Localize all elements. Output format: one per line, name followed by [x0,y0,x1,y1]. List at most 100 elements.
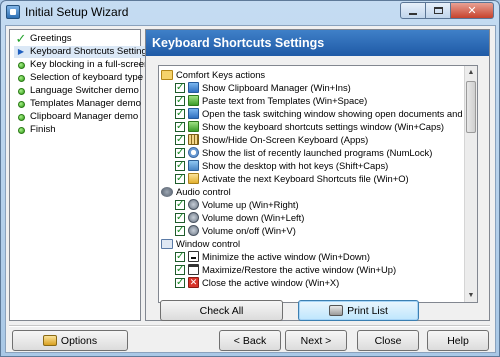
tree-item[interactable]: Volume up (Win+Right) [175,198,299,211]
nav-item-keyboard-type[interactable]: Selection of keyboard type [14,72,143,84]
tree-item[interactable]: Activate the next Keyboard Shortcuts fil… [175,172,409,185]
tree-group-window-control[interactable]: Window control [161,237,240,250]
tree-item-label: Show the desktop with hot keys (Shift+Ca… [202,160,389,171]
help-label: Help [447,334,469,347]
checkbox[interactable] [175,224,185,237]
tree-item-label: Volume up (Win+Right) [202,199,299,210]
green-dot-icon [16,99,26,109]
minimize-window-icon [188,251,199,263]
scroll-up-icon[interactable]: ▲ [465,66,477,79]
nav-item-finish[interactable]: Finish [14,124,56,136]
scroll-down-icon[interactable]: ▼ [465,289,477,302]
checkbox[interactable] [175,172,185,185]
arrow-right-icon: ▶ [17,47,25,56]
tree-item[interactable]: Volume on/off (Win+V) [175,224,296,237]
checkbox[interactable] [175,159,185,172]
green-dot-icon [16,60,26,70]
help-button[interactable]: Help [427,330,489,351]
folder-icon [188,173,199,185]
nav-item-label: Finish [30,124,56,135]
green-dot-icon [16,125,26,135]
checkbox[interactable] [175,120,185,133]
minimize-button[interactable] [400,2,426,19]
tree-item-label: Paste text from Templates (Win+Space) [202,95,368,106]
close-window-button[interactable]: ✕ [451,2,494,19]
green-dot-icon [16,86,26,96]
tree-group-comfort-keys[interactable]: Comfort Keys actions [161,68,265,81]
nav-item-label: Key blocking in a full-screen [30,59,150,70]
tree-item[interactable]: Show the desktop with hot keys (Shift+Ca… [175,159,388,172]
tree-item-label: Minimize the active window (Win+Down) [202,251,371,262]
desktop-icon [188,160,199,172]
nav-item-clipboard-manager[interactable]: Clipboard Manager demo [14,111,138,123]
app-icon [6,5,20,19]
check-all-label: Check All [199,304,244,317]
nav-item-key-blocking[interactable]: Key blocking in a full-screen [14,59,149,71]
client-area: ✓ Greetings ▶ Keyboard Shortcuts Setting… [5,25,496,353]
tree-item[interactable]: Open the task switching window showing o… [175,107,478,120]
settings-panel: Keyboard Shortcuts Settings Comfort Keys… [145,29,490,321]
checkbox[interactable] [175,81,185,94]
keyboard-icon [188,134,199,146]
checkbox[interactable] [175,211,185,224]
tree-item[interactable]: ✕Close the active window (Win+X) [175,276,339,289]
tree-item-label: Show/Hide On-Screen Keyboard (Apps) [202,134,369,145]
speaker-icon [188,212,199,224]
tree-item-label: Maximize/Restore the active window (Win+… [202,264,397,275]
tree-item[interactable]: Show the list of recently launched progr… [175,146,432,159]
nav-item-keyboard-shortcuts[interactable]: ▶ Keyboard Shortcuts Settings [14,46,152,58]
minimize-icon [409,12,417,15]
tree-item-label: Open the task switching window showing o… [202,108,478,119]
settings-icon [188,121,199,133]
options-button[interactable]: Options [12,330,128,351]
close-icon: ✕ [467,5,477,17]
tree-item[interactable]: Show the keyboard shortcuts settings win… [175,120,444,133]
shortcuts-tree: Comfort Keys actions Show Clipboard Mana… [158,65,478,303]
nav-item-greetings[interactable]: ✓ Greetings [14,31,72,46]
tree-item[interactable]: Minimize the active window (Win+Down) [175,250,370,263]
speaker-mute-icon [188,225,199,237]
next-button[interactable]: Next > [285,330,347,351]
checkbox[interactable] [175,198,185,211]
maximize-icon [433,7,443,14]
scroll-thumb[interactable] [466,81,476,133]
tree-item[interactable]: Paste text from Templates (Win+Space) [175,94,367,107]
paste-icon [188,95,199,107]
panel-title: Keyboard Shortcuts Settings [146,30,489,56]
tree-item[interactable]: Maximize/Restore the active window (Win+… [175,263,396,276]
title-bar[interactable]: Initial Setup Wizard ✕ [1,1,499,23]
window-title: Initial Setup Wizard [25,5,129,19]
checkbox[interactable] [175,107,185,120]
checkbox[interactable] [175,133,185,146]
checkmark-icon: ✓ [15,31,27,46]
wizard-window: Initial Setup Wizard ✕ ✓ Greetings ▶ Key… [0,0,500,357]
tree-item-label: Show the list of recently launched progr… [202,147,433,158]
tree-group-label: Comfort Keys actions [176,69,266,80]
checkbox[interactable] [175,263,185,276]
checkbox[interactable] [175,250,185,263]
nav-item-language-switcher[interactable]: Language Switcher demo [14,85,139,97]
checkbox[interactable] [175,146,185,159]
checkbox[interactable] [175,94,185,107]
audio-icon [161,186,173,197]
print-list-label: Print List [347,304,388,317]
tree-group-label: Window control [176,238,241,249]
tree-item-label: Show Clipboard Manager (Win+Ins) [202,82,351,93]
back-button[interactable]: < Back [219,330,281,351]
nav-item-label: Templates Manager demo [30,98,141,109]
next-label: Next > [300,334,332,347]
print-list-button[interactable]: Print List [298,300,419,321]
tree-item-label: Show the keyboard shortcuts settings win… [202,121,445,132]
check-all-button[interactable]: Check All [160,300,283,321]
tree-item[interactable]: Show Clipboard Manager (Win+Ins) [175,81,351,94]
nav-item-templates-manager[interactable]: Templates Manager demo [14,98,141,110]
close-button[interactable]: Close [357,330,419,351]
nav-item-label: Language Switcher demo [30,85,139,96]
tree-item[interactable]: Show/Hide On-Screen Keyboard (Apps) [175,133,368,146]
envelope-icon [161,69,173,80]
vertical-scrollbar[interactable]: ▲ ▼ [464,66,477,302]
maximize-button[interactable] [426,2,451,19]
tree-group-audio-control[interactable]: Audio control [161,185,231,198]
checkbox[interactable] [175,276,185,289]
tree-item[interactable]: Volume down (Win+Left) [175,211,304,224]
